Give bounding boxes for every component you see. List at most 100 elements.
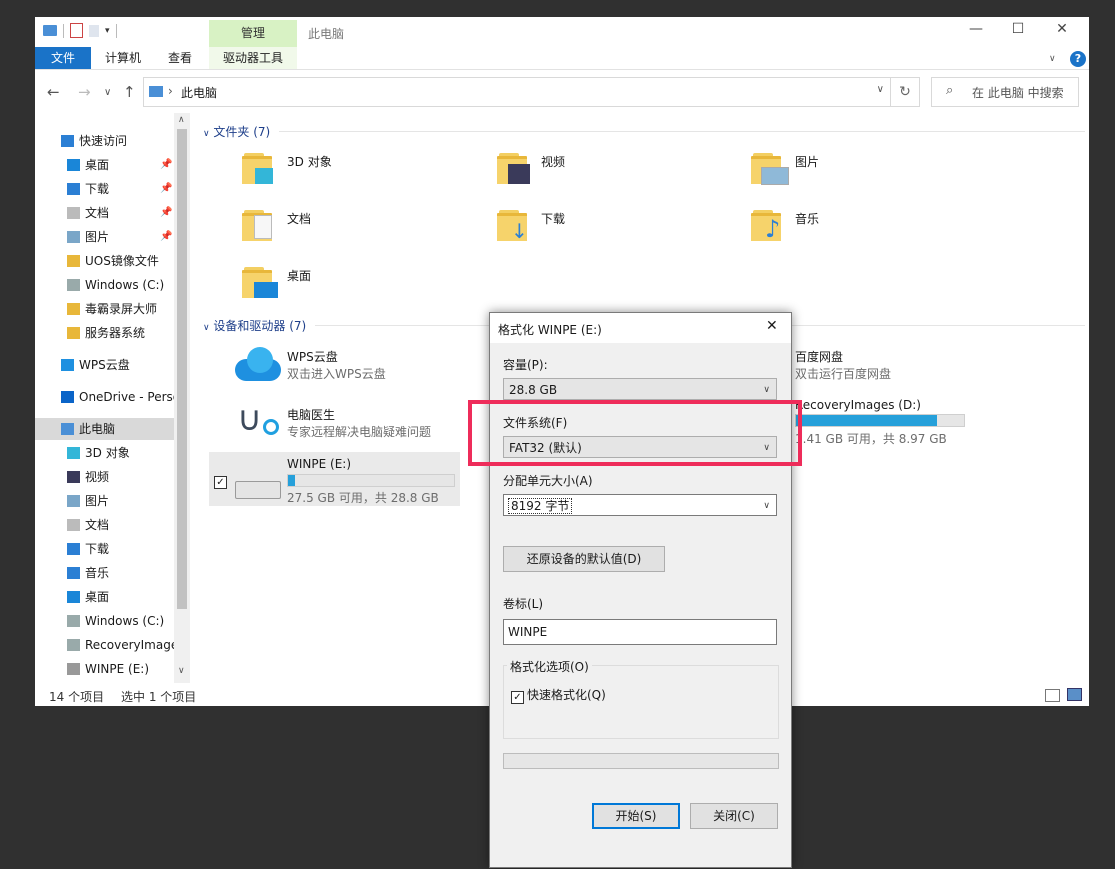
breadcrumb[interactable]: 此电脑 [181, 84, 217, 101]
computer-icon[interactable] [43, 25, 57, 36]
dialog-title: 格式化 WINPE (E:) [498, 323, 602, 337]
sidebar-item[interactable]: 快速访问 [35, 130, 175, 152]
back-icon[interactable]: ← [47, 83, 60, 101]
forward-icon[interactable]: → [78, 83, 91, 101]
sidebar-item[interactable]: 3D 对象 [35, 442, 175, 464]
folder-label: 3D 对象 [287, 155, 332, 169]
volume-label-input[interactable]: WINPE [503, 619, 777, 645]
capacity-select[interactable]: 28.8 GB ∨ [503, 378, 777, 400]
tab-file[interactable]: 文件 [35, 47, 91, 69]
sidebar-item[interactable]: 下载 [35, 538, 175, 560]
folders-group-header[interactable]: ∨ 文件夹 (7) [203, 123, 270, 140]
device-tile-recovery[interactable]: RecoveryImages (D:) 1.41 GB 可用，共 8.97 GB [795, 397, 1055, 447]
maximize-icon[interactable]: ☐ [995, 21, 1041, 37]
dialog-close-icon[interactable]: ✕ [766, 318, 778, 334]
context-tab-manage[interactable]: 管理 [209, 20, 297, 47]
device-name: WINPE (E:) [287, 457, 352, 471]
sidebar-item-label: 此电脑 [79, 422, 116, 436]
document-icon [67, 207, 80, 219]
selection-checkbox[interactable]: ✓ [214, 473, 230, 489]
quick-format-checkbox[interactable]: ✓ 快速格式化(Q) [511, 686, 606, 704]
tab-computer[interactable]: 计算机 [99, 47, 147, 69]
sidebar-item[interactable]: WPS云盘 [35, 354, 175, 376]
folder-icon [67, 327, 80, 339]
sidebar-item[interactable]: UOS镜像文件 [35, 250, 175, 272]
new-folder-icon[interactable] [89, 24, 99, 37]
sidebar-item[interactable]: RecoveryImage [35, 634, 175, 656]
usb-drive-icon [67, 663, 80, 675]
onedrive-icon [61, 391, 74, 403]
pin-icon: 📌 [160, 231, 173, 242]
sidebar-item[interactable]: 桌面 📌 [35, 154, 175, 176]
recent-chevron-icon[interactable]: ∨ [104, 87, 111, 98]
sidebar-item[interactable]: Windows (C:) [35, 274, 175, 296]
sidebar-item[interactable]: 下载 📌 [35, 178, 175, 200]
download-icon [67, 183, 80, 195]
sidebar-item[interactable]: 桌面 [35, 586, 175, 608]
folder-3d-icon [242, 150, 273, 184]
folder-icon [67, 255, 80, 267]
folder-desktop-icon [242, 264, 278, 298]
sidebar-item[interactable]: 文档 [35, 514, 175, 536]
device-subtext: 专家远程解决电脑疑难问题 [287, 425, 432, 439]
scroll-up-icon[interactable]: ∧ [178, 115, 185, 125]
allocation-size-select[interactable]: 8192 字节 ∨ [503, 494, 777, 516]
format-dialog: 格式化 WINPE (E:) ✕ 容量(P): 28.8 GB ∨ 文件系统(F)… [489, 312, 792, 868]
sidebar-item[interactable]: Windows (C:) [35, 610, 175, 632]
sidebar-item-label: RecoveryImage [85, 638, 175, 652]
sidebar-item[interactable]: OneDrive - Perso [35, 386, 175, 408]
chevron-down-icon[interactable]: ▾ [105, 26, 110, 36]
tab-drive-tools[interactable]: 驱动器工具 [209, 47, 297, 69]
sidebar-item-label: 毒霸录屏大师 [85, 302, 158, 316]
pin-icon: 📌 [160, 183, 173, 194]
chevron-down-icon: ∨ [203, 323, 210, 333]
help-icon[interactable]: ? [1070, 51, 1086, 67]
sidebar-item[interactable]: 图片 [35, 490, 175, 512]
tab-view[interactable]: 查看 [159, 47, 201, 69]
device-name: 百度网盘 [795, 350, 844, 364]
folder-label: 桌面 [287, 269, 312, 283]
sidebar-item[interactable]: 图片 📌 [35, 226, 175, 248]
sidebar-item[interactable]: 毒霸录屏大师 [35, 298, 175, 320]
devices-group-header[interactable]: ∨ 设备和驱动器 (7) [203, 317, 306, 334]
drive-usage-bar [287, 474, 455, 487]
details-view-icon[interactable] [1045, 689, 1060, 702]
sidebar-item[interactable]: 视频 [35, 466, 175, 488]
desktop-icon [67, 159, 80, 171]
address-bar[interactable]: › 此电脑 ∨ [143, 77, 891, 107]
large-icons-view-icon[interactable] [1067, 688, 1082, 701]
document-icon [67, 519, 80, 531]
sidebar-item-label: 图片 [85, 230, 110, 244]
scroll-down-icon[interactable]: ∨ [178, 666, 185, 676]
chevron-down-icon[interactable]: ∨ [877, 84, 884, 95]
restore-defaults-button[interactable]: 还原设备的默认值(D) [503, 546, 665, 572]
sidebar-item[interactable]: 此电脑 [35, 418, 175, 440]
chevron-down-icon[interactable]: ∨ [1049, 54, 1056, 64]
device-subtext: 双击运行百度网盘 [795, 367, 892, 381]
sidebar-item[interactable]: 服务器系统 [35, 322, 175, 344]
refresh-icon[interactable]: ↻ [891, 77, 920, 107]
properties-icon[interactable] [70, 23, 83, 38]
close-button[interactable]: 关闭(C) [690, 803, 778, 829]
up-icon[interactable]: ↑ [123, 83, 136, 101]
sidebar-item[interactable]: 文档 📌 [35, 202, 175, 224]
picture-icon [67, 495, 80, 507]
dialog-titlebar: 格式化 WINPE (E:) ✕ [490, 313, 791, 343]
start-button[interactable]: 开始(S) [592, 803, 680, 829]
drive-usage-bar [795, 414, 965, 427]
format-progress-bar [503, 753, 779, 769]
drive-icon [67, 279, 80, 291]
chevron-down-icon: ∨ [763, 385, 770, 395]
folder-label: 视频 [541, 155, 566, 169]
video-icon [67, 471, 80, 483]
sidebar-item-label: WPS云盘 [79, 358, 130, 372]
sidebar-item[interactable]: 音乐 [35, 562, 175, 584]
search-input[interactable]: ⌕ 在 此电脑 中搜索 [931, 77, 1079, 107]
folder-picture-icon [751, 150, 789, 185]
drive-icon [67, 639, 80, 651]
sidebar-item-label: OneDrive - Perso [79, 390, 175, 404]
close-icon[interactable]: ✕ [1039, 21, 1085, 37]
minimize-icon[interactable]: — [953, 21, 999, 37]
sidebar-item[interactable]: WINPE (E:) [35, 658, 175, 680]
nav-scroll-thumb[interactable] [177, 129, 187, 609]
